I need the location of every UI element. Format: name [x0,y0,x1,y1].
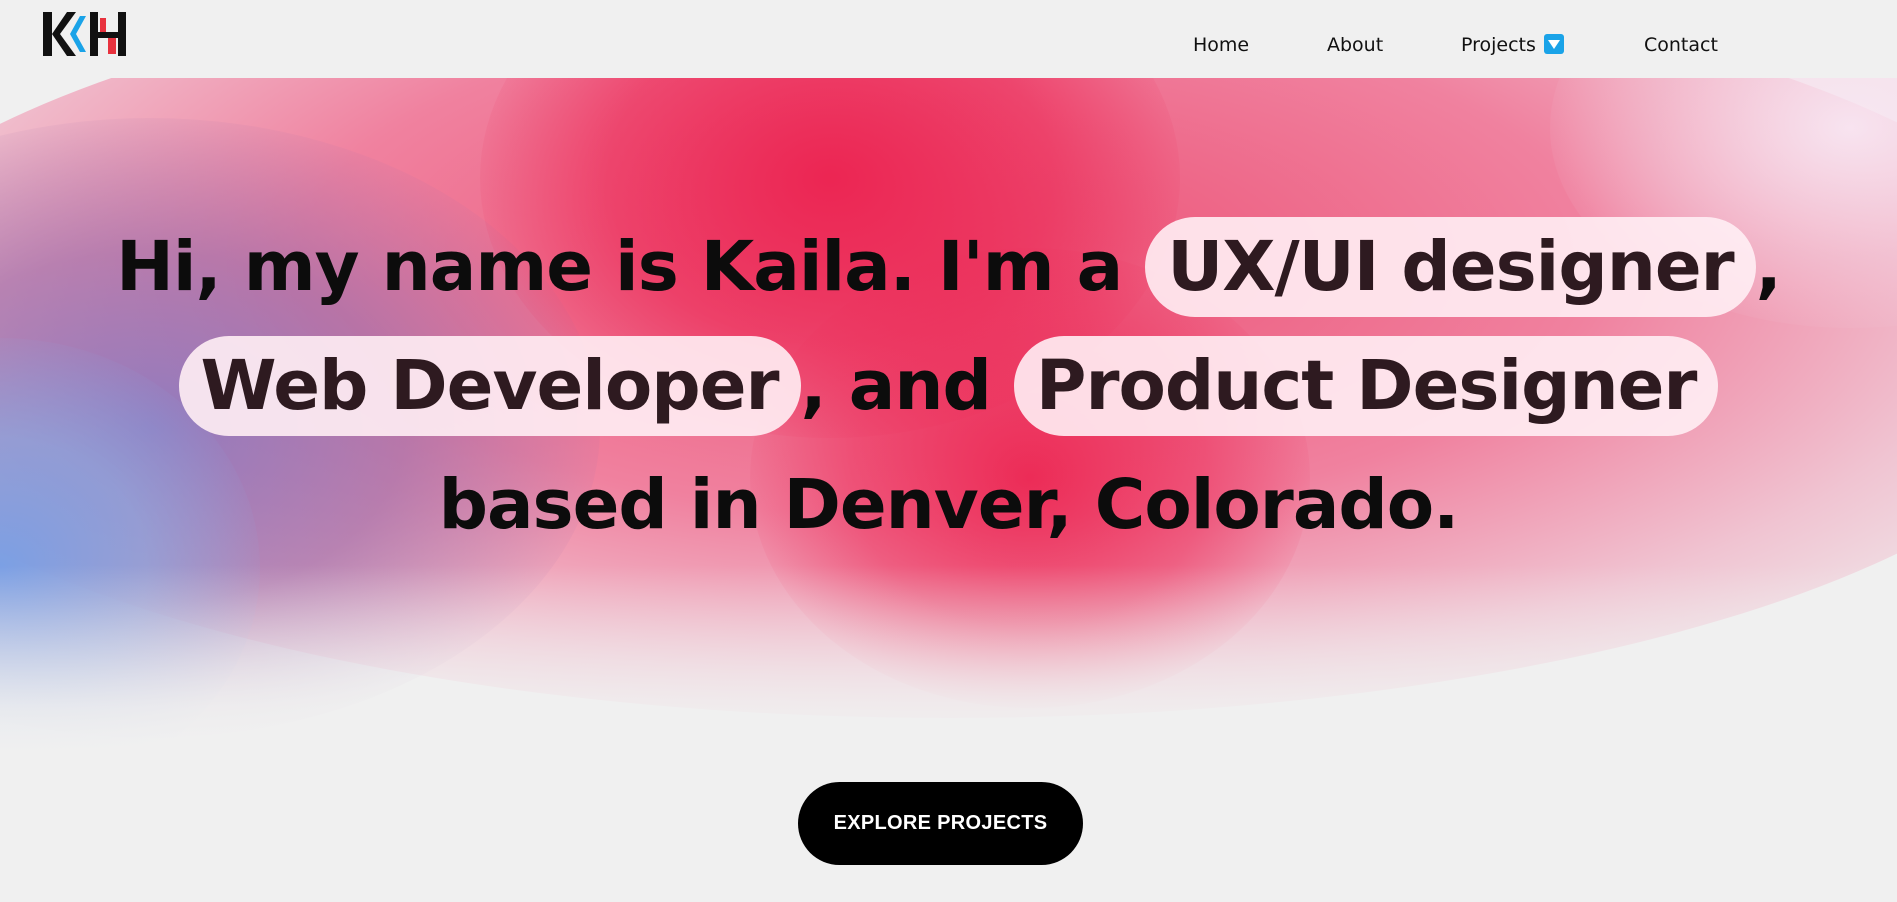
nav-contact[interactable]: Contact [1644,34,1718,56]
nav-about[interactable]: About [1327,34,1383,56]
main-nav: Home About Projects Contact [0,0,1897,78]
headline-intro: Hi, my name is Kaila. I'm a [116,227,1123,307]
role-pill-product-designer: Product Designer [1013,336,1719,436]
nav-projects-label: Projects [1461,34,1536,56]
nav-home[interactable]: Home [1193,34,1249,56]
role-pill-web-developer: Web Developer [178,336,801,436]
hero-fade [0,565,1897,755]
headline-comma: , [1755,227,1782,307]
dropdown-arrow-icon[interactable] [1543,34,1564,54]
headline-connector: , and [800,346,992,426]
nav-projects[interactable]: Projects [1461,34,1564,56]
role-pill-ux-ui: UX/UI designer [1145,217,1756,317]
hero-headline: Hi, my name is Kaila. I'm a UX/UI design… [0,208,1897,565]
hero-section: Hi, my name is Kaila. I'm a UX/UI design… [0,78,1897,755]
headline-location: based in Denver, Colorado. [438,465,1460,545]
explore-projects-button[interactable]: EXPLORE PROJECTS [798,782,1083,865]
site-header: Home About Projects Contact [0,0,1897,78]
